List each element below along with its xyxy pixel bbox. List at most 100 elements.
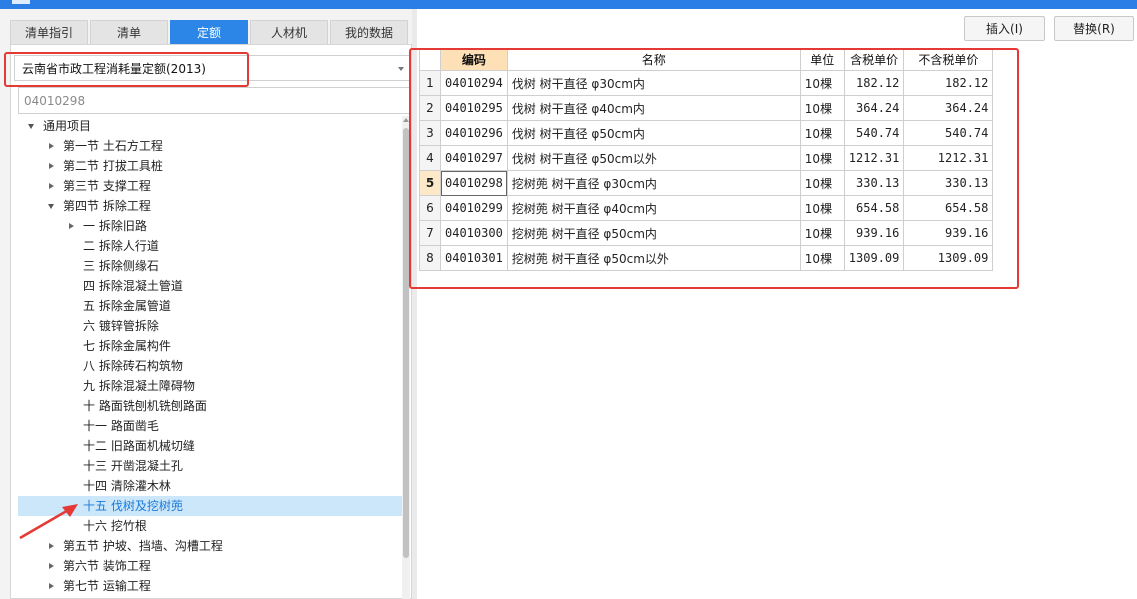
- name-cell[interactable]: 挖树蔸 树干直径 φ50cm内: [506, 220, 801, 246]
- column-header-price-with-tax[interactable]: 含税单价: [843, 48, 905, 71]
- chevron-right-icon[interactable]: [49, 583, 54, 589]
- tree-item[interactable]: 第七节 运输工程: [18, 576, 402, 596]
- tree-scrollbar[interactable]: [402, 116, 410, 599]
- insert-button[interactable]: 插入(I): [964, 16, 1045, 41]
- table-row[interactable]: 8 04010301 挖树蔸 树干直径 φ50cm以外 10棵 1309.09 1309.…: [419, 245, 994, 271]
- tab-bill[interactable]: 清单: [90, 20, 168, 44]
- row-number-cell[interactable]: 1: [419, 70, 441, 96]
- tree-item[interactable]: 十 路面铣刨机铣刨路面: [18, 396, 402, 416]
- code-cell[interactable]: 04010298: [440, 170, 508, 196]
- scroll-up-icon[interactable]: [403, 118, 409, 122]
- table-row[interactable]: 6 04010299 挖树蔸 树干直径 φ40cm内 10棵 654.58 654.58: [419, 195, 994, 221]
- code-cell[interactable]: 04010296: [440, 120, 508, 146]
- quota-library-select[interactable]: 云南省市政工程消耗量定额(2013): [14, 55, 410, 81]
- tree-item[interactable]: 一 拆除旧路: [18, 216, 402, 236]
- tree-item[interactable]: 第四节 拆除工程: [18, 196, 402, 216]
- column-header-unit[interactable]: 单位: [799, 48, 845, 71]
- name-cell[interactable]: 伐树 树干直径 φ50cm内: [506, 120, 801, 146]
- price-without-tax-cell[interactable]: 182.12: [903, 70, 994, 96]
- name-cell[interactable]: 挖树蔸 树干直径 φ50cm以外: [506, 245, 801, 271]
- price-without-tax-cell[interactable]: 364.24: [903, 95, 994, 121]
- price-with-tax-cell[interactable]: 654.58: [843, 195, 905, 221]
- unit-cell[interactable]: 10棵: [799, 170, 845, 196]
- chevron-right-icon[interactable]: [49, 143, 54, 149]
- tree-item[interactable]: 四 拆除混凝土管道: [18, 276, 402, 296]
- price-without-tax-cell[interactable]: 1309.09: [903, 245, 994, 271]
- row-number-cell[interactable]: 7: [419, 220, 441, 246]
- price-with-tax-cell[interactable]: 1212.31: [843, 145, 905, 171]
- price-with-tax-cell[interactable]: 182.12: [843, 70, 905, 96]
- code-cell[interactable]: 04010297: [440, 145, 508, 171]
- chevron-right-icon[interactable]: [69, 223, 74, 229]
- price-without-tax-cell[interactable]: 939.16: [903, 220, 994, 246]
- search-input[interactable]: [18, 87, 410, 114]
- code-cell[interactable]: 04010300: [440, 220, 508, 246]
- chevron-down-icon[interactable]: [398, 67, 404, 71]
- row-number-cell[interactable]: 8: [419, 245, 441, 271]
- price-with-tax-cell[interactable]: 1309.09: [843, 245, 905, 271]
- chevron-right-icon[interactable]: [49, 163, 54, 169]
- table-row[interactable]: 7 04010300 挖树蔸 树干直径 φ50cm内 10棵 939.16 939.16: [419, 220, 994, 246]
- tree-item[interactable]: 十二 旧路面机械切缝: [18, 436, 402, 456]
- name-cell[interactable]: 伐树 树干直径 φ50cm以外: [506, 145, 801, 171]
- name-cell[interactable]: 挖树蔸 树干直径 φ30cm内: [506, 170, 801, 196]
- table-row[interactable]: 3 04010296 伐树 树干直径 φ50cm内 10棵 540.74 540.74: [419, 120, 994, 146]
- replace-button[interactable]: 替换(R): [1054, 16, 1134, 41]
- scrollbar-thumb[interactable]: [403, 128, 409, 558]
- tab-my-data[interactable]: 我的数据: [330, 20, 408, 44]
- row-number-cell[interactable]: 6: [419, 195, 441, 221]
- unit-cell[interactable]: 10棵: [799, 145, 845, 171]
- code-cell[interactable]: 04010294: [440, 70, 508, 96]
- table-row[interactable]: 2 04010295 伐树 树干直径 φ40cm内 10棵 364.24 364.24: [419, 95, 994, 121]
- tree-item[interactable]: 七 拆除金属构件: [18, 336, 402, 356]
- tree-item[interactable]: 十一 路面凿毛: [18, 416, 402, 436]
- column-header-code[interactable]: 编码: [440, 48, 508, 71]
- table-row[interactable]: 1 04010294 伐树 树干直径 φ30cm内 10棵 182.12 182.12: [419, 70, 994, 96]
- chevron-down-icon[interactable]: [48, 204, 54, 209]
- price-without-tax-cell[interactable]: 654.58: [903, 195, 994, 221]
- tab-bill-guide[interactable]: 清单指引: [10, 20, 88, 44]
- table-row[interactable]: 4 04010297 伐树 树干直径 φ50cm以外 10棵 1212.31 1212.3…: [419, 145, 994, 171]
- table-row[interactable]: 5 04010298 挖树蔸 树干直径 φ30cm内 10棵 330.13 330.13: [419, 170, 994, 196]
- tree-item[interactable]: 通用项目: [18, 116, 402, 136]
- tab-quota[interactable]: 定额: [170, 20, 248, 44]
- tree-item[interactable]: 九 拆除混凝土障碍物: [18, 376, 402, 396]
- row-number-cell[interactable]: 3: [419, 120, 441, 146]
- code-cell[interactable]: 04010295: [440, 95, 508, 121]
- tree-item[interactable]: 二 拆除人行道: [18, 236, 402, 256]
- column-header-price-without-tax[interactable]: 不含税单价: [903, 48, 994, 71]
- chevron-right-icon[interactable]: [49, 183, 54, 189]
- price-with-tax-cell[interactable]: 330.13: [843, 170, 905, 196]
- name-cell[interactable]: 伐树 树干直径 φ40cm内: [506, 95, 801, 121]
- price-with-tax-cell[interactable]: 364.24: [843, 95, 905, 121]
- code-cell[interactable]: 04010301: [440, 245, 508, 271]
- tree-item[interactable]: 第二节 打拔工具桩: [18, 156, 402, 176]
- unit-cell[interactable]: 10棵: [799, 95, 845, 121]
- pane-splitter[interactable]: [412, 9, 417, 599]
- tree-item[interactable]: 六 镀锌管拆除: [18, 316, 402, 336]
- unit-cell[interactable]: 10棵: [799, 245, 845, 271]
- tree-item[interactable]: 第三节 支撑工程: [18, 176, 402, 196]
- chevron-right-icon[interactable]: [49, 563, 54, 569]
- tree-item[interactable]: 第一节 土石方工程: [18, 136, 402, 156]
- chevron-down-icon[interactable]: [28, 124, 34, 129]
- price-with-tax-cell[interactable]: 939.16: [843, 220, 905, 246]
- unit-cell[interactable]: 10棵: [799, 220, 845, 246]
- name-cell[interactable]: 伐树 树干直径 φ30cm内: [506, 70, 801, 96]
- row-number-cell[interactable]: 4: [419, 145, 441, 171]
- row-number-cell[interactable]: 5: [419, 170, 441, 196]
- code-cell[interactable]: 04010299: [440, 195, 508, 221]
- unit-cell[interactable]: 10棵: [799, 195, 845, 221]
- tree-item[interactable]: 八 拆除砖石构筑物: [18, 356, 402, 376]
- tree-item[interactable]: 十三 开凿混凝土孔: [18, 456, 402, 476]
- price-without-tax-cell[interactable]: 540.74: [903, 120, 994, 146]
- unit-cell[interactable]: 10棵: [799, 70, 845, 96]
- name-cell[interactable]: 挖树蔸 树干直径 φ40cm内: [506, 195, 801, 221]
- column-header-name[interactable]: 名称: [506, 48, 801, 71]
- price-with-tax-cell[interactable]: 540.74: [843, 120, 905, 146]
- tree-item[interactable]: 第六节 装饰工程: [18, 556, 402, 576]
- tree-item[interactable]: 十四 清除灌木林: [18, 476, 402, 496]
- tab-labor-material-machine[interactable]: 人材机: [250, 20, 328, 44]
- tree-item[interactable]: 三 拆除侧缘石: [18, 256, 402, 276]
- unit-cell[interactable]: 10棵: [799, 120, 845, 146]
